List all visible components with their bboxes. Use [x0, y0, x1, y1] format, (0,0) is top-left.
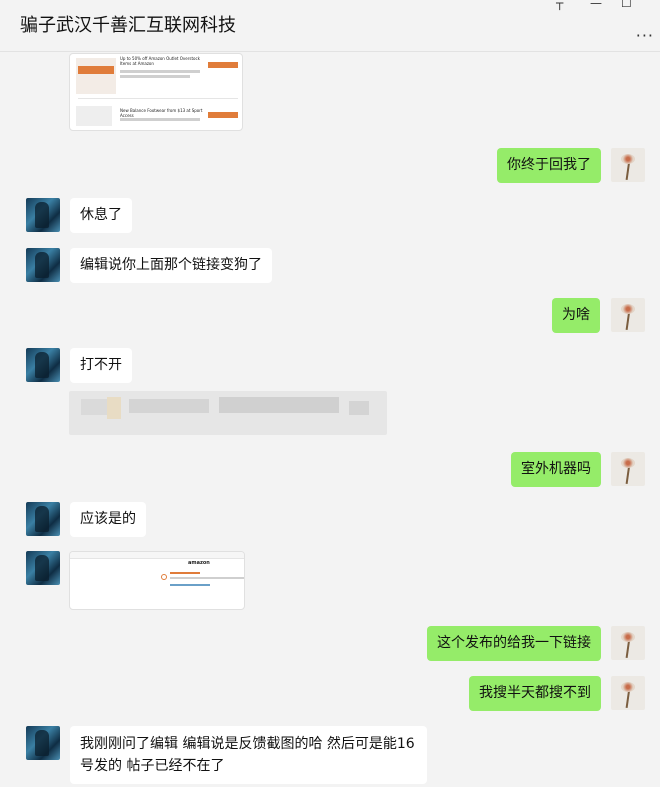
shoe-image: [76, 106, 112, 126]
contact-avatar[interactable]: [26, 502, 60, 536]
message-bubble-sent[interactable]: 我搜半天都搜不到: [469, 676, 601, 711]
contact-avatar[interactable]: [26, 551, 60, 585]
deal2-title: New Balance Footwear from $13 at Sport A…: [120, 108, 203, 118]
deal1-title: Up to 50% off Amazon Outlet Overstock It…: [120, 56, 200, 66]
contact-avatar[interactable]: [26, 248, 60, 282]
shared-screenshot[interactable]: amazon: [69, 551, 245, 610]
chat-header: 骗子武汉千善汇互联网科技 ┬ — ☐ ···: [0, 0, 660, 52]
message-bubble-sent[interactable]: 你终于回我了: [497, 148, 601, 183]
message-bubble-received[interactable]: 编辑说你上面那个链接变狗了: [70, 248, 272, 283]
shared-screenshot[interactable]: Up to 50% off Amazon Outlet Overstock It…: [69, 53, 243, 131]
minimize-icon[interactable]: —: [590, 0, 602, 10]
message-bubble-sent[interactable]: 室外机器吗: [511, 452, 601, 487]
message-bubble-received[interactable]: 打不开: [70, 348, 132, 383]
go-to-store-button[interactable]: [208, 112, 238, 118]
message-bubble-sent[interactable]: 为啥: [552, 298, 600, 333]
message-bubble-sent[interactable]: 这个发布的给我一下链接: [427, 626, 601, 661]
more-icon[interactable]: ···: [636, 26, 654, 45]
my-avatar[interactable]: [611, 676, 645, 710]
my-avatar[interactable]: [611, 148, 645, 182]
go-to-store-button[interactable]: [208, 62, 238, 68]
chat-title: 骗子武汉千善汇互联网科技: [20, 15, 236, 36]
blurred-message: [69, 391, 387, 435]
deal-image: [76, 58, 116, 94]
minimize-icon[interactable]: ┬: [556, 0, 563, 10]
contact-avatar[interactable]: [26, 348, 60, 382]
amazon-logo: amazon: [188, 560, 210, 566]
warning-icon: [161, 574, 167, 580]
my-avatar[interactable]: [611, 452, 645, 486]
contact-avatar[interactable]: [26, 726, 60, 760]
message-bubble-received[interactable]: 休息了: [70, 198, 132, 233]
contact-avatar[interactable]: [26, 198, 60, 232]
my-avatar[interactable]: [611, 626, 645, 660]
message-bubble-received[interactable]: 我刚刚问了编辑 编辑说是反馈截图的哈 然后可是能16号发的 帖子已经不在了: [70, 726, 427, 784]
maximize-icon[interactable]: ☐: [621, 0, 632, 10]
my-avatar[interactable]: [611, 298, 645, 332]
message-bubble-received[interactable]: 应该是的: [70, 502, 146, 537]
